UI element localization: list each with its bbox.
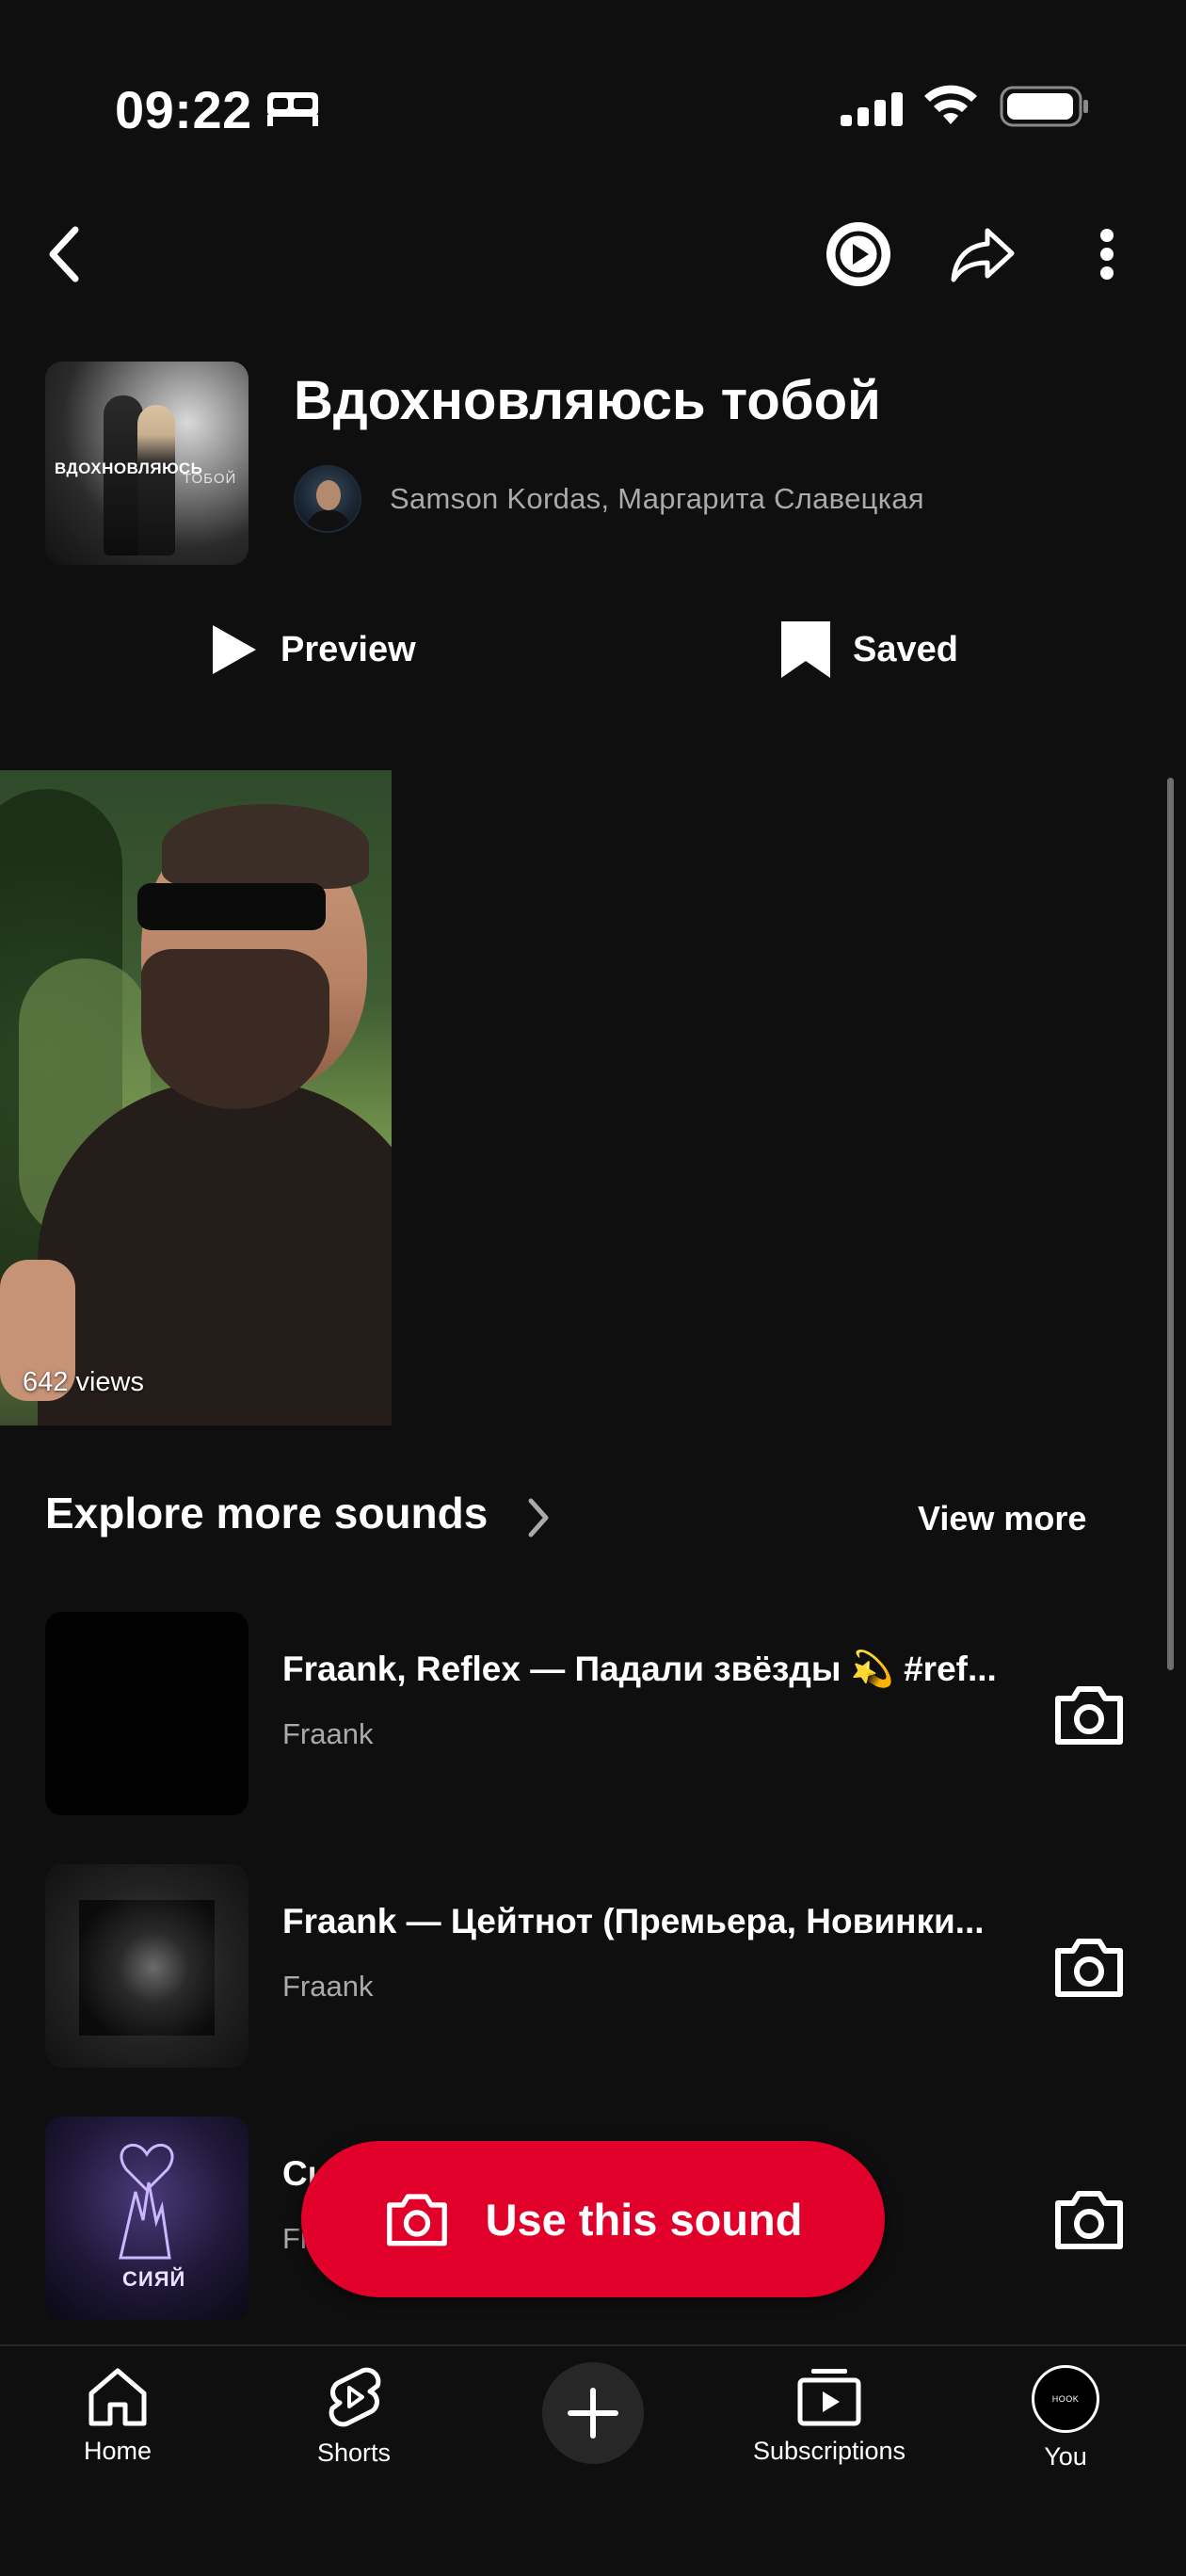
sound-thumbnail — [45, 1864, 248, 2068]
camera-icon[interactable] — [1052, 2186, 1126, 2252]
avatar-text: HOOK — [1051, 2394, 1080, 2404]
nav-you[interactable]: HOOK You — [971, 2365, 1160, 2471]
nav-label: Subscriptions — [752, 2437, 906, 2465]
cover-text: ТОБОЙ — [183, 471, 237, 487]
back-button[interactable] — [34, 215, 94, 294]
nav-label: Home — [83, 2437, 152, 2465]
bookmark-filled-icon — [781, 621, 830, 678]
use-this-sound-label: Use this sound — [485, 2194, 803, 2245]
back-icon — [49, 226, 79, 282]
wifi-icon — [924, 85, 977, 124]
preview-label: Preview — [280, 629, 416, 669]
cover-figure — [137, 405, 175, 555]
nav-shorts[interactable]: Shorts — [260, 2365, 448, 2468]
nav-home[interactable]: Home — [24, 2365, 212, 2466]
sound-page: 09:22 ВДОХНОВЛЯЮСЬ ТОБОЙ Вдохновляюсь то… — [0, 0, 1186, 2576]
short-video-thumbnail[interactable] — [0, 770, 392, 1425]
view-more-link[interactable]: View more — [918, 1499, 1086, 1538]
cellular-signal-icon — [841, 92, 903, 126]
avatar: HOOK — [1032, 2365, 1099, 2433]
cover-text: ВДОХНОВЛЯЮСЬ — [55, 459, 203, 477]
share-button[interactable] — [943, 215, 1022, 294]
share-icon — [951, 228, 1015, 282]
status-time: 09:22 — [115, 80, 252, 139]
sound-cover-art: ВДОХНОВЛЯЮСЬ ТОБОЙ — [45, 362, 248, 565]
camera-icon[interactable] — [1052, 1682, 1126, 1747]
scrollbar[interactable] — [1167, 778, 1174, 1670]
sound-title: Вдохновляюсь тобой — [294, 370, 881, 431]
sound-thumbnail — [45, 1612, 248, 1815]
nav-subscriptions[interactable]: Subscriptions — [735, 2365, 923, 2466]
sound-item-title: Fraank — Цейтнот (Премьера, Новинки... — [282, 1902, 985, 1940]
chevron-right-icon[interactable] — [523, 1495, 553, 1540]
saved-label: Saved — [853, 629, 958, 669]
artist-avatar[interactable] — [294, 465, 361, 533]
sound-thumbnail: СИЯЙ — [45, 2117, 248, 2320]
play-in-app-button[interactable] — [819, 215, 898, 294]
battery-icon — [1000, 86, 1088, 127]
play-icon — [213, 625, 256, 674]
sound-list-item[interactable]: Fraank — Цейтнот (Премьера, Новинки... F… — [0, 1864, 1186, 2068]
preview-button[interactable]: Preview — [209, 618, 416, 682]
home-icon — [88, 2368, 147, 2426]
more-options-button[interactable] — [1082, 215, 1131, 294]
sleep-focus-icon — [267, 92, 318, 126]
artist-names[interactable]: Samson Kordas, Маргарита Славецкая — [390, 482, 924, 516]
cover-text: СИЯЙ — [122, 2267, 186, 2291]
shorts-icon — [329, 2367, 381, 2427]
camera-icon — [386, 2194, 447, 2246]
more-vertical-icon — [1100, 229, 1114, 280]
create-button[interactable] — [542, 2362, 644, 2464]
explore-more-sounds-heading[interactable]: Explore more sounds — [45, 1488, 488, 1538]
sound-list-item[interactable]: Fraank, Reflex — Падали звёзды 💫 #ref...… — [0, 1612, 1186, 1815]
nav-label: Shorts — [316, 2439, 392, 2467]
saved-button[interactable]: Saved — [779, 618, 958, 682]
camera-icon[interactable] — [1052, 1934, 1126, 2000]
plus-icon — [568, 2388, 618, 2439]
sound-item-artist: Fraank — [282, 1970, 374, 2003]
use-this-sound-button[interactable]: Use this sound — [301, 2141, 885, 2297]
sound-item-title: Fraank, Reflex — Падали звёзды 💫 #ref... — [282, 1650, 997, 1688]
video-view-count: 642 views — [23, 1367, 144, 1397]
subscriptions-icon — [797, 2369, 861, 2426]
play-circle-icon — [826, 222, 890, 286]
sound-item-artist: Fraank — [282, 1717, 374, 1750]
nav-label: You — [1044, 2442, 1087, 2471]
